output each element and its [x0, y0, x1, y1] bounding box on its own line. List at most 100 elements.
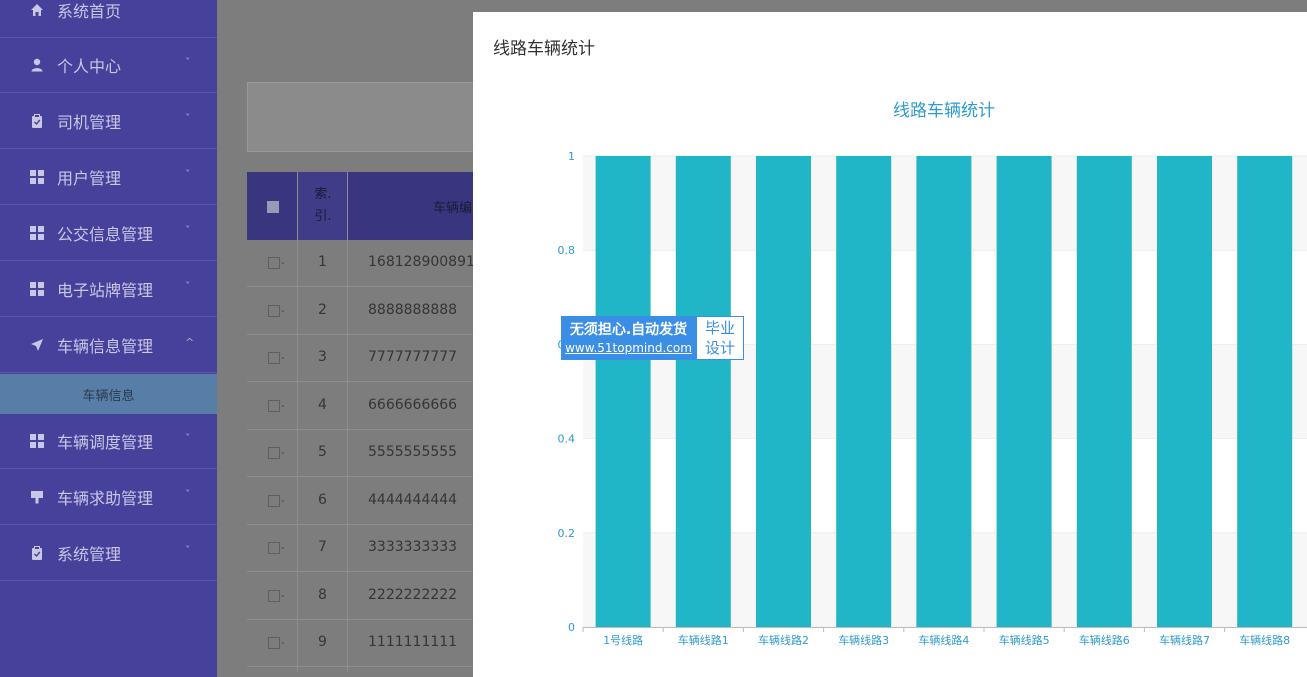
row-checkbox[interactable]	[268, 538, 285, 554]
watermark-right: 毕业 设计	[696, 316, 744, 360]
clipboard-icon	[30, 114, 44, 128]
row-index: 1	[318, 254, 327, 270]
table-row[interactable]: 3 7777777777	[247, 335, 487, 382]
table-row[interactable]: 4 6666666666	[247, 382, 487, 430]
row-vehicle-number: 4444444444	[368, 491, 458, 508]
row-vehicle-number: 7777777777	[368, 349, 458, 365]
grid-icon	[30, 170, 44, 184]
chevron-down-icon: ˇ	[185, 56, 191, 69]
sidebar-item-label: 公交信息管理	[57, 225, 154, 244]
bar[interactable]	[1157, 156, 1212, 627]
chart-title: 线路车辆统计	[893, 101, 995, 121]
bar[interactable]	[756, 156, 811, 627]
bar[interactable]	[996, 156, 1052, 627]
sidebar-item-label: 电子站牌管理	[57, 281, 154, 300]
chevron-down-icon: ˇ	[185, 168, 191, 181]
table-row[interactable]: 9 1111111111	[247, 620, 487, 667]
bar[interactable]	[675, 156, 731, 627]
sidebar-subitem-label: 车辆信息	[82, 388, 135, 404]
watermark-line1: 无须担心.自动发货	[569, 322, 688, 338]
grid-icon	[30, 282, 44, 296]
bar[interactable]	[916, 156, 972, 627]
sidebar-item-bus-info[interactable]: 公交信息管理 ˇ	[0, 206, 217, 261]
row-checkbox[interactable]	[268, 491, 285, 507]
sidebar-subitem-vehicle-info[interactable]: 车辆信息	[0, 374, 217, 414]
table-row[interactable]: 6 4444444444	[247, 477, 487, 525]
clipboard-icon	[30, 546, 44, 560]
x-tick-label: 1号线路	[603, 633, 643, 647]
row-checkbox[interactable]	[268, 396, 285, 412]
row-checkbox[interactable]	[268, 633, 285, 649]
sidebar-item-users[interactable]: 用户管理 ˇ	[0, 150, 217, 205]
index-header-line2: 引.	[314, 209, 332, 224]
sidebar-item-label: 个人中心	[57, 57, 122, 76]
chevron-down-icon: ˇ	[185, 224, 191, 237]
row-vehicle-number: 1681289008911	[368, 254, 484, 270]
send-icon	[30, 338, 44, 352]
y-tick-label: 0.2	[558, 527, 576, 540]
chevron-down-icon: ˇ	[185, 488, 191, 501]
bar[interactable]	[1237, 156, 1293, 627]
row-checkbox[interactable]	[268, 301, 285, 317]
sidebar: 系统首页 个人中心 ˇ 司机管理 ˇ 用户管理 ˇ 公交信息管理 ˇ 电子站牌管…	[0, 0, 217, 677]
sidebar-item-system[interactable]: 系统管理 ˇ	[0, 526, 217, 581]
vehicle-table: 索. 引. 车辆编 1 1681289008911 2 8888888888 37777…	[247, 172, 487, 672]
watermark-right-line2: 设计	[704, 339, 735, 357]
chevron-down-icon: ˇ	[185, 112, 191, 125]
row-vehicle-number: 8888888888	[368, 301, 458, 318]
row-vehicle-number: 3333333333	[368, 539, 458, 555]
y-tick-label: 0	[568, 621, 575, 634]
sidebar-item-help[interactable]: 车辆求助管理 ˇ	[0, 470, 217, 525]
sidebar-item-home[interactable]: 系统首页	[0, 0, 217, 38]
sidebar-item-label: 系统管理	[57, 545, 122, 564]
select-all-checkbox[interactable]	[267, 201, 279, 213]
index-column-header: 索. 引.	[298, 172, 348, 240]
sidebar-item-label: 车辆信息管理	[57, 337, 154, 356]
row-checkbox[interactable]	[268, 443, 285, 459]
row-checkbox[interactable]	[268, 348, 285, 364]
row-index: 4	[318, 396, 327, 413]
column-divider	[297, 172, 298, 672]
sign-icon	[30, 490, 44, 504]
y-tick-label: 1	[568, 150, 575, 163]
grid-icon	[30, 226, 44, 240]
watermark-logo: 无须担心.自动发货 www.51topmind.com 毕业 设计	[561, 316, 744, 360]
table-row[interactable]: 1 1681289008911	[247, 240, 487, 287]
x-tick-label: 车辆线路3	[838, 633, 889, 647]
bar[interactable]	[836, 156, 892, 627]
row-index: 6	[318, 491, 327, 508]
row-vehicle-number: 2222222222	[368, 586, 458, 603]
sidebar-item-label: 司机管理	[57, 113, 122, 132]
x-tick-label: 车辆线路6	[1079, 633, 1130, 647]
vehicle-number-column-header[interactable]: 车辆编	[433, 197, 472, 216]
table-row[interactable]: 8 2222222222	[247, 572, 487, 620]
y-tick-label: 0.8	[558, 244, 576, 257]
table-row[interactable]: 2 8888888888	[247, 287, 487, 335]
bar[interactable]	[595, 156, 651, 627]
sidebar-item-drivers[interactable]: 司机管理 ˇ	[0, 94, 217, 149]
search-panel	[247, 82, 487, 152]
table-row[interactable]: 7 3333333333	[247, 525, 487, 572]
x-tick-label: 车辆线路4	[918, 633, 969, 647]
x-tick-label: 车辆线路7	[1159, 633, 1210, 647]
row-checkbox[interactable]	[268, 586, 285, 602]
row-vehicle-number: 5555555555	[368, 444, 458, 460]
sidebar-item-label: 车辆求助管理	[57, 489, 154, 508]
user-icon	[30, 58, 44, 72]
row-index: 2	[318, 301, 327, 318]
sidebar-item-profile[interactable]: 个人中心 ˇ	[0, 38, 217, 93]
sidebar-item-vehicle-info[interactable]: 车辆信息管理 ^	[0, 318, 217, 373]
sidebar-item-dispatch[interactable]: 车辆调度管理 ˇ	[0, 414, 217, 469]
row-index: 9	[318, 634, 327, 650]
x-tick-label: 车辆线路8	[1239, 633, 1290, 647]
sidebar-item-e-stop-sign[interactable]: 电子站牌管理 ˇ	[0, 262, 217, 317]
column-divider	[347, 172, 348, 672]
watermark-left: 无须担心.自动发货 www.51topmind.com	[561, 316, 696, 360]
bar[interactable]	[1076, 156, 1132, 627]
chevron-down-icon: ˇ	[185, 432, 191, 445]
grid-icon	[30, 434, 44, 448]
sidebar-item-label: 车辆调度管理	[57, 433, 154, 452]
table-row[interactable]: 55555555555	[247, 430, 487, 477]
row-checkbox[interactable]	[268, 253, 285, 269]
watermark-right-line1: 毕业	[704, 319, 735, 337]
